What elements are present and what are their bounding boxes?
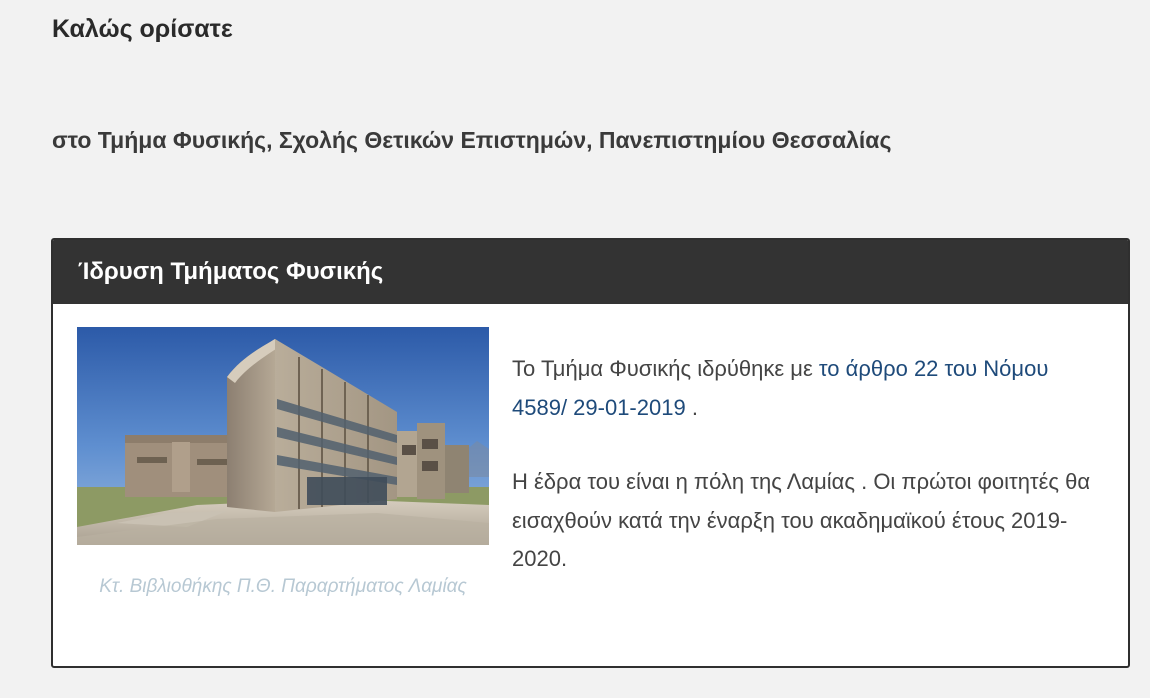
- welcome-subtitle: στο Τμήμα Φυσικής, Σχολής Θετικών Επιστη…: [52, 127, 892, 153]
- foundation-panel: Ίδρυση Τμήματος Φυσικής Κτ. Βιβλιοθήκης …: [51, 238, 1130, 668]
- seat-paragraph: Η έδρα του είναι η πόλη της Λαμίας . Οι …: [512, 469, 1091, 571]
- welcome-title: Καλώς ορίσατε: [52, 15, 233, 43]
- founding-paragraph: Το Τμήμα Φυσικής ιδρύθηκε με το άρθρο 22…: [512, 350, 1102, 427]
- panel-text: Το Τμήμα Φυσικής ιδρύθηκε με το άρθρο 22…: [512, 350, 1102, 615]
- founding-text: Το Τμήμα Φυσικής ιδρύθηκε με: [512, 356, 819, 381]
- photo-caption: Κτ. Βιβλιοθήκης Π.Θ. Παραρτήματος Λαμίας: [99, 576, 467, 597]
- founding-suffix: .: [685, 394, 698, 420]
- panel-title: Ίδρυση Τμήματος Φυσικής: [78, 258, 384, 285]
- library-building-photo: [77, 327, 489, 545]
- panel-header: Ίδρυση Τμήματος Φυσικής: [53, 240, 1128, 304]
